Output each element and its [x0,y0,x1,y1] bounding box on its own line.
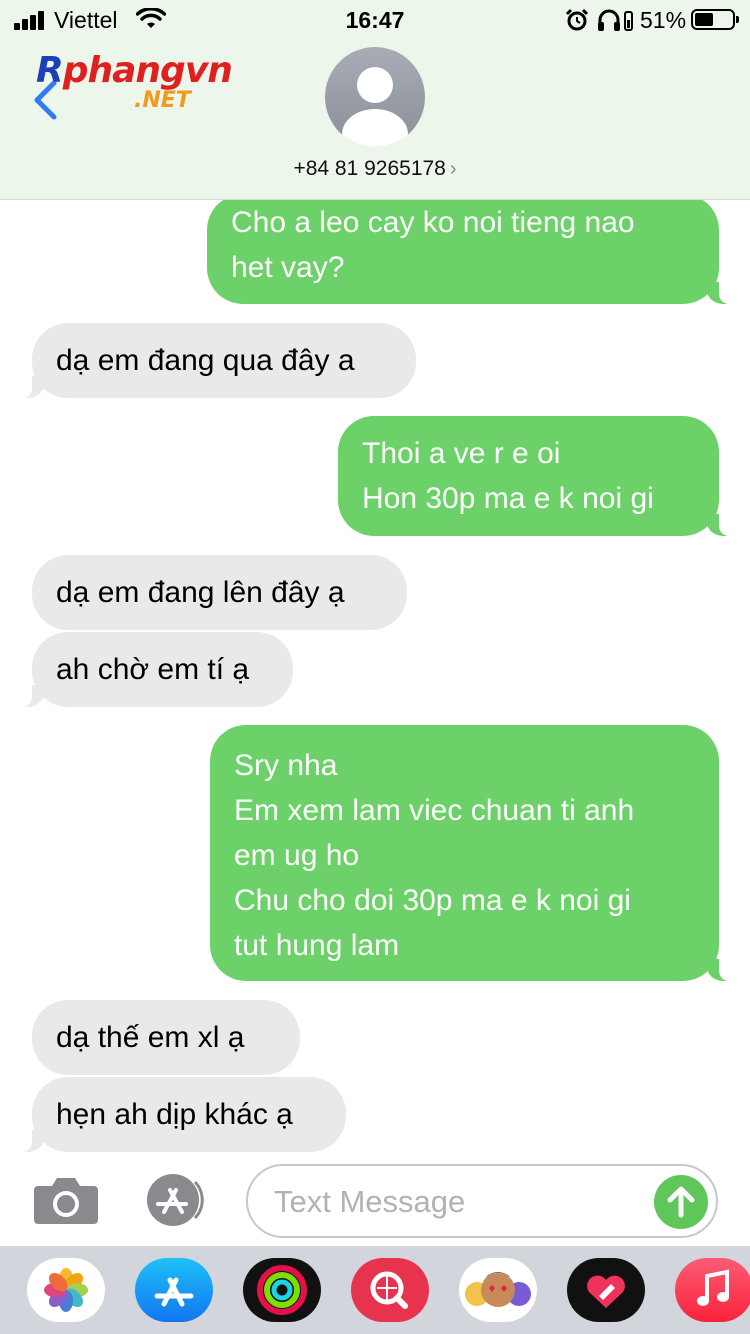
app-store-icon[interactable] [140,1174,212,1226]
site-logo: Rphangvn .NET [36,50,233,113]
message-bubble-sent[interactable]: Sry nha Em xem lam viec chuan ti anh em … [210,725,735,981]
music-icon[interactable] [675,1258,750,1322]
message-text: dạ em đang qua đây a [56,344,355,377]
camera-icon[interactable] [34,1174,98,1224]
message-text: Hon 30p ma e k noi gi [362,482,654,515]
alarm-icon [565,8,589,31]
message-text: dạ em đang lên đây ạ [56,576,345,609]
memoji-icon[interactable] [459,1258,537,1322]
battery-percent: 51% [640,7,687,33]
send-button[interactable] [654,1175,708,1229]
message-list[interactable]: Cho a leo cay ko noi tieng nao het vay? … [0,200,750,1160]
headphones-icon [598,9,633,31]
imessage-app-drawer [0,1246,750,1334]
activity-icon[interactable] [243,1258,321,1322]
chevron-right-icon: › [449,158,457,180]
digital-touch-icon[interactable] [567,1258,645,1322]
status-time: 16:47 [345,7,405,33]
status-bar: Viettel 16:47 51% [0,0,750,40]
photos-icon[interactable] [27,1258,105,1322]
logo-suffix: .NET [134,88,191,113]
message-text: ah chờ em tí ạ [56,653,250,686]
compose-bar [0,1160,750,1246]
message-text: hẹn ah dịp khác ạ [56,1098,293,1131]
web-search-icon[interactable] [351,1258,429,1322]
message-text: Thoi a ve r e oi [362,437,561,470]
app-store-icon[interactable] [135,1258,213,1322]
message-bubble-received[interactable]: dạ em đang qua đây a [16,323,416,398]
arrow-up-icon [667,1186,695,1218]
message-text: em ug ho [234,839,360,872]
message-bubble-received[interactable]: ah chờ em tí ạ [16,632,293,707]
message-text-field[interactable] [246,1164,718,1238]
message-text: Sry nha [234,749,338,782]
logo-wordmark: Rphangvn [36,50,233,91]
message-bubble-received[interactable]: hẹn ah dịp khác ạ [16,1077,346,1152]
contact-details-link[interactable]: +84 81 9265178 › [0,157,750,181]
message-input[interactable] [274,1180,644,1224]
message-bubble-sent[interactable]: Cho a leo cay ko noi tieng nao het vay? [207,200,735,304]
battery-icon [691,9,739,30]
message-bubble-received[interactable]: dạ em đang lên đây ạ [32,555,407,630]
battery-level [695,13,713,26]
message-text: tut hung lam [234,929,400,962]
message-bubble-sent[interactable]: Thoi a ve r e oi Hon 30p ma e k noi gi [338,416,735,536]
message-bubble-received[interactable]: dạ thế em xl ạ [32,1000,300,1075]
message-text: Em xem lam viec chuan ti anh [234,794,635,827]
message-text: Cho a leo cay ko noi tieng nao [231,206,635,239]
contact-number: +84 81 9265178 [293,157,446,180]
conversation-header: Viettel 16:47 51% Rphangvn .NET +84 81 9… [0,0,750,200]
message-text: het vay? [231,251,345,284]
message-text: dạ thế em xl ạ [56,1021,245,1054]
message-text: Chu cho doi 30p ma e k noi gi [234,884,631,917]
contact-avatar[interactable] [325,47,425,147]
